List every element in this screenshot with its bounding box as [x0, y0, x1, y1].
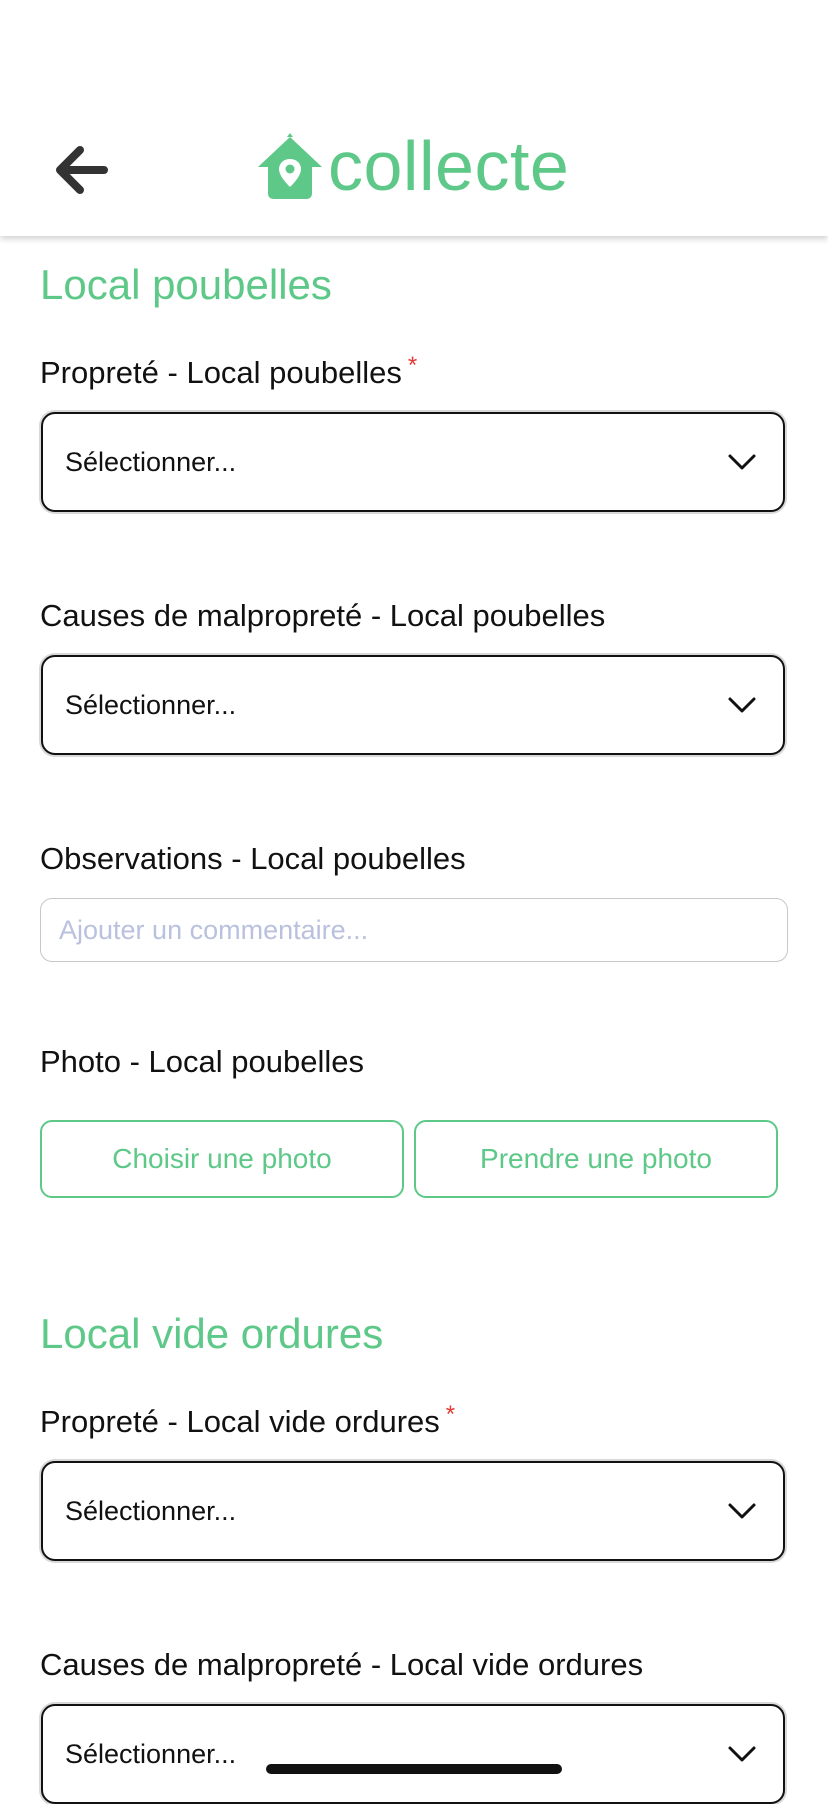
select-value: Sélectionner...: [65, 1738, 237, 1769]
app-header: collecte: [0, 0, 828, 236]
house-location-pin-icon: [258, 133, 322, 199]
proprete-select[interactable]: Sélectionner...: [41, 412, 785, 512]
take-photo-button[interactable]: Prendre une photo: [414, 1120, 778, 1198]
select-value: Sélectionner...: [65, 1495, 237, 1526]
section-title-local-vide-ordures: Local vide ordures: [40, 1310, 384, 1357]
proprete-label-text: Propreté - Local poubelles: [40, 355, 402, 390]
select-value: Sélectionner...: [65, 446, 237, 477]
home-indicator: [266, 1764, 562, 1774]
proprete-label-text: Propreté - Local vide ordures: [40, 1404, 440, 1439]
causes-label: Causes de malpropreté - Local vide ordur…: [40, 1647, 644, 1682]
logo-text: collecte: [328, 127, 570, 205]
causes-select[interactable]: Sélectionner...: [41, 1704, 785, 1804]
choose-photo-button[interactable]: Choisir une photo: [40, 1120, 404, 1198]
proprete-label: Propreté - Local vide ordures *: [40, 1403, 455, 1439]
observations-label: Observations - Local poubelles: [40, 841, 466, 876]
proprete-select[interactable]: Sélectionner...: [41, 1461, 785, 1561]
proprete-label: Propreté - Local poubelles *: [40, 354, 417, 390]
chevron-down-icon: [728, 454, 756, 470]
causes-label: Causes de malpropreté - Local poubelles: [40, 598, 606, 633]
section-title-local-poubelles: Local poubelles: [40, 261, 332, 308]
back-button[interactable]: [46, 138, 114, 202]
causes-select[interactable]: Sélectionner...: [41, 655, 785, 755]
app-logo: collecte: [256, 126, 569, 206]
arrow-left-icon: [56, 146, 108, 194]
chevron-down-icon: [728, 1503, 756, 1519]
observations-input[interactable]: [40, 898, 788, 962]
chevron-down-icon: [728, 697, 756, 713]
required-mark: *: [445, 1401, 456, 1428]
select-value: Sélectionner...: [65, 689, 237, 720]
required-mark: *: [407, 352, 418, 379]
chevron-down-icon: [728, 1746, 756, 1762]
photo-label: Photo - Local poubelles: [40, 1044, 365, 1079]
